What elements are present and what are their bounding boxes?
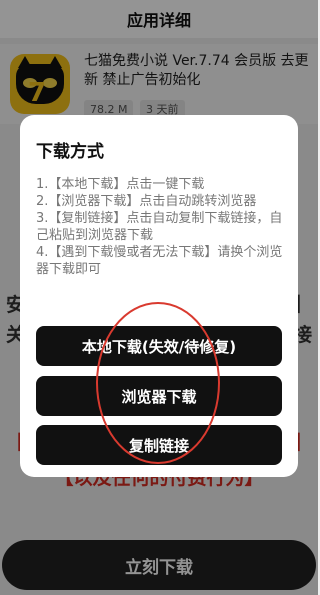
local-download-button[interactable]: 本地下载(失效/待修复) (36, 326, 282, 366)
browser-download-button[interactable]: 浏览器下载 (36, 376, 282, 416)
copy-link-button[interactable]: 复制链接 (36, 425, 282, 465)
dialog-title: 下载方式 (36, 142, 104, 162)
instruction-item: 4.【遇到下载慢或者无法下载】请换个浏览器下载即可 (36, 245, 283, 277)
download-method-dialog: 下载方式 1.【本地下载】点击一键下载 2.【浏览器下载】点击自动跳转浏览器 3… (20, 115, 298, 477)
instructions-list: 1.【本地下载】点击一键下载 2.【浏览器下载】点击自动跳转浏览器 3.【复制链… (36, 176, 288, 278)
instruction-item: 1.【本地下载】点击一键下载 (36, 177, 205, 192)
instruction-item: 2.【浏览器下载】点击自动跳转浏览器 (36, 194, 257, 209)
instruction-item: 3.【复制链接】点击自动复制下载链接，自己粘贴到浏览器下载 (36, 211, 283, 243)
